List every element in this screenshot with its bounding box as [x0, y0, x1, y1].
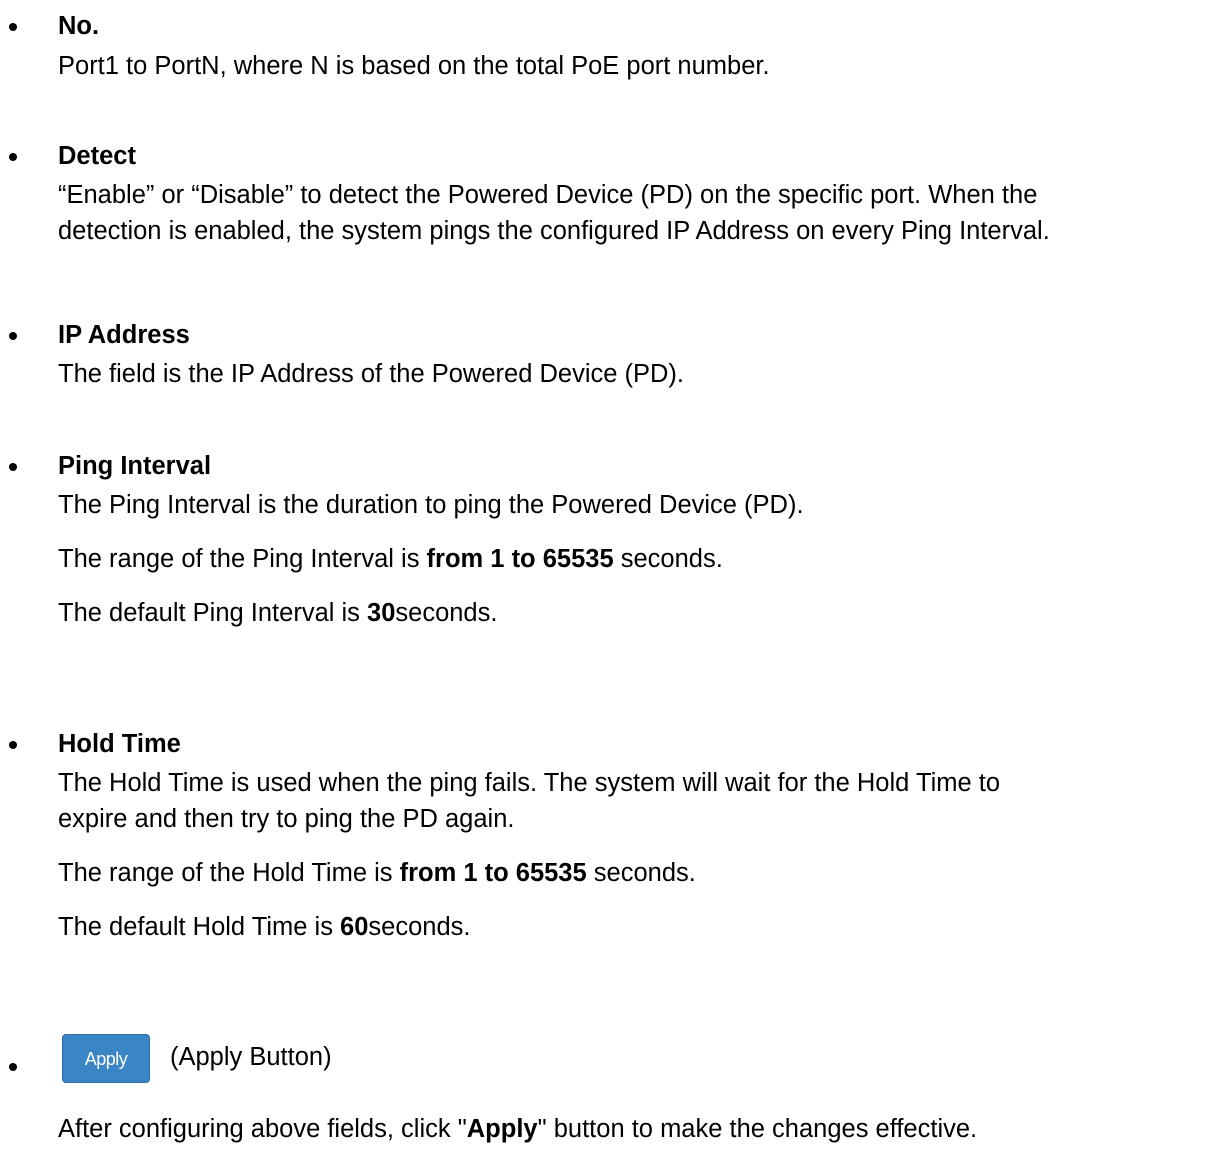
- bullet: [9, 153, 17, 161]
- ping-interval-default: The default Ping Interval is 30seconds.: [58, 599, 498, 627]
- list-item-apply: Apply (Apply Button): [9, 1034, 1210, 1094]
- term-ping-interval: Ping Interval: [58, 452, 212, 480]
- list-item-hold-time: Hold Time The Hold Time is used when the…: [9, 727, 1210, 944]
- desc-ip-address-line1: The field is the IP Address of the Power…: [58, 360, 684, 388]
- apply-description: After configuring above fields, click "A…: [58, 1115, 978, 1143]
- list-item-detect: Detect “Enable” or “Disable” to detect t…: [9, 139, 1210, 248]
- desc-ping-interval-line1: The Ping Interval is the duration to pin…: [58, 491, 804, 519]
- list-item-ip-address: IP Address The field is the IP Address o…: [9, 318, 1210, 391]
- desc-detect-line2: detection is enabled, the system pings t…: [58, 217, 1050, 245]
- apply-button[interactable]: Apply: [62, 1034, 150, 1083]
- bullet: [9, 332, 17, 340]
- term-hold-time: Hold Time: [58, 730, 181, 758]
- term-detect: Detect: [58, 142, 136, 170]
- term-no: No.: [58, 12, 100, 40]
- desc-detect-line1: “Enable” or “Disable” to detect the Powe…: [58, 181, 1038, 209]
- desc-hold-time-line2: expire and then try to ping the PD again…: [58, 805, 515, 833]
- bullet: [9, 23, 17, 31]
- list-item-ping-interval: Ping Interval The Ping Interval is the d…: [9, 449, 1210, 630]
- desc-hold-time-line1: The Hold Time is used when the ping fail…: [58, 769, 1001, 797]
- hold-time-range: The range of the Hold Time is from 1 to …: [58, 859, 696, 887]
- hold-time-default: The default Hold Time is 60seconds.: [58, 913, 471, 941]
- desc-no-line1: Port1 to PortN, where N is based on the …: [58, 52, 770, 80]
- bullet: [9, 463, 17, 471]
- apply-button-caption: (Apply Button): [170, 1043, 332, 1071]
- term-ip-address: IP Address: [58, 321, 190, 349]
- ping-interval-range: The range of the Ping Interval is from 1…: [58, 545, 723, 573]
- bullet: [9, 741, 17, 749]
- list-item-no: No. Port1 to PortN, where N is based on …: [9, 9, 1210, 83]
- bullet: [9, 1063, 17, 1071]
